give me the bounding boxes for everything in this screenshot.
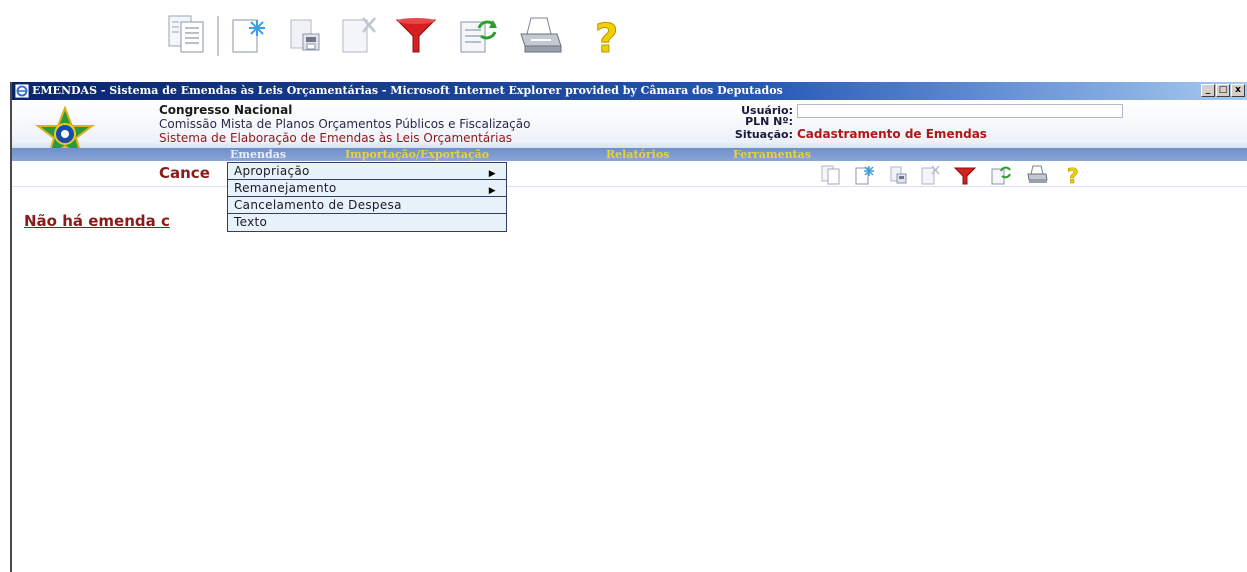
print-icon[interactable] [1026,164,1048,186]
ie-icon [15,84,29,98]
filter-icon[interactable] [953,164,977,186]
refresh-icon[interactable] [990,164,1012,186]
user-info: Usuário: PLN Nº: Situação: Cadastramento… [717,103,1123,141]
menu-emendas[interactable]: Emendas [230,148,286,161]
svg-text:?: ? [1067,164,1079,186]
help-icon[interactable]: ? [583,12,629,63]
window-title: EMENDAS - Sistema de Emendas às Leis Orç… [32,84,783,97]
menu-ferramentas[interactable]: Ferramentas [733,148,811,161]
status-value: Cadastramento de Emendas [797,127,987,141]
window-controls: _ □ x [1201,84,1245,97]
delete-icon[interactable] [337,12,383,58]
save-icon[interactable] [888,164,910,186]
app-header: Congresso Nacional Comissão Mista de Pla… [12,100,1247,161]
pln-label: PLN Nº: [745,115,793,128]
page-title: Cance [159,164,210,182]
user-field [797,103,1123,118]
new-document-icon[interactable] [854,164,876,186]
window-titlebar: EMENDAS - Sistema de Emendas às Leis Orç… [12,82,1247,100]
help-icon[interactable]: ? [1062,164,1084,189]
organization-info: Congresso Nacional Comissão Mista de Pla… [159,103,530,145]
status-label: Situação: [734,128,793,141]
filter-icon[interactable] [393,12,439,58]
minimize-button[interactable]: _ [1201,84,1215,97]
toolbar-separator [217,16,219,56]
dropdown-item-texto[interactable]: Texto [228,214,506,231]
org-name: Congresso Nacional [159,103,293,117]
dropdown-item-label: Apropriação [234,164,310,178]
dropdown-item-apropriacao[interactable]: Apropriação ▶ [228,163,506,180]
document-icon[interactable] [820,164,842,186]
main-toolbar: ? [165,12,705,63]
print-icon[interactable] [517,12,563,58]
svg-text:?: ? [595,16,618,58]
menu-relatorios[interactable]: Relatórios [606,148,669,161]
save-icon[interactable] [283,12,329,58]
menubar: Emendas Importação/Exportação Relatórios… [12,148,1247,161]
emendas-dropdown: Apropriação ▶ Remanejamento ▶ Cancelamen… [227,162,507,232]
dropdown-item-label: Remanejamento [234,181,337,195]
dropdown-item-label: Texto [234,215,268,229]
browser-window: EMENDAS - Sistema de Emendas às Leis Orç… [10,82,1247,572]
system-name: Sistema de Elaboração de Emendas às Leis… [159,131,513,145]
delete-icon[interactable] [920,164,942,186]
dropdown-item-cancelamento-de-despesa[interactable]: Cancelamento de Despesa [228,197,506,214]
new-document-icon[interactable] [227,12,273,58]
close-button[interactable]: x [1231,84,1245,97]
dropdown-item-label: Cancelamento de Despesa [234,198,402,212]
org-commission: Comissão Mista de Planos Orçamentos Públ… [159,117,531,131]
dropdown-item-remanejamento[interactable]: Remanejamento ▶ [228,180,506,197]
menu-importacao-exportacao[interactable]: Importação/Exportação [345,148,489,161]
empty-message: Não há emenda c [24,212,170,230]
document-icon[interactable] [165,12,211,58]
maximize-button[interactable]: □ [1216,84,1230,97]
refresh-icon[interactable] [455,12,501,58]
